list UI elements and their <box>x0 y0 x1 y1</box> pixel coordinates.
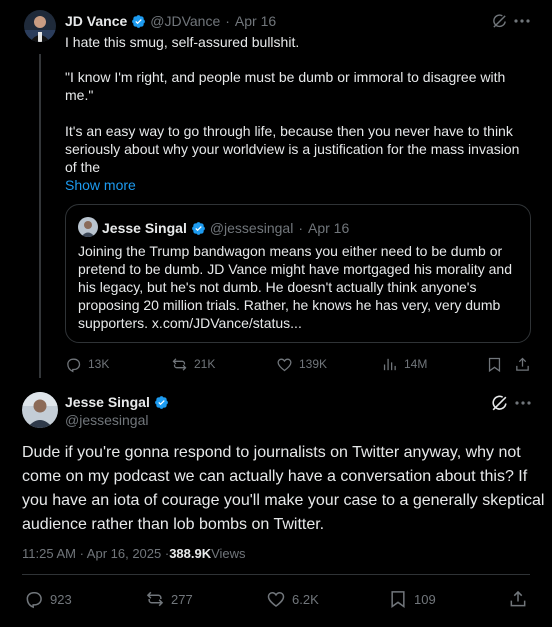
more-icon[interactable] <box>512 392 534 414</box>
views-label: Views <box>211 545 246 561</box>
main-tweet-text-line: Dude if you're gonna respond to journali… <box>22 444 521 461</box>
main-tweet-action-bar: 923 277 6.2K 109 <box>0 589 552 609</box>
reply-button[interactable]: 13K <box>65 356 109 373</box>
like-button[interactable]: 139K <box>276 356 327 373</box>
bookmark-icon <box>486 356 503 373</box>
jesse-singal-avatar[interactable] <box>22 392 58 428</box>
tweet-text-line: I hate this smug, self-assured bullshit. <box>65 34 300 50</box>
views-button[interactable]: 14M <box>381 356 427 373</box>
like-count: 139K <box>299 357 328 371</box>
share-icon <box>514 356 531 373</box>
like-button[interactable]: 6.2K <box>266 589 319 609</box>
like-icon <box>266 589 286 609</box>
quoted-tweet-header: Jesse Singal @jessesingal · Apr 16 <box>102 219 349 237</box>
author-name[interactable]: JD Vance <box>65 13 127 29</box>
tweet-text-line: It's an easy way to go through life, bec… <box>65 123 513 139</box>
separator-dot: · <box>225 13 230 29</box>
author-handle[interactable]: @JDVance <box>150 13 220 29</box>
repost-button[interactable]: 277 <box>145 589 193 609</box>
repost-icon <box>145 589 165 609</box>
main-tweet-text-line: audience rather than lob bombs on Twitte… <box>22 516 325 533</box>
bookmark-icon <box>388 589 408 609</box>
verified-badge-icon <box>131 14 146 29</box>
main-tweet-text-line: come on my podcast we can actually have … <box>22 468 528 485</box>
reply-count: 13K <box>88 357 110 371</box>
grok-icon[interactable] <box>488 392 510 414</box>
like-count: 6.2K <box>292 591 319 607</box>
grok-icon[interactable] <box>489 11 509 31</box>
tweet-header: JD Vance @JDVance · Apr 16 <box>65 12 276 30</box>
tweet-timestamp-row: 11:25 AM · Apr 16, 2025 · 388.9K Views <box>22 544 246 562</box>
tweet-text-line: of the <box>65 159 101 175</box>
author-handle[interactable]: @jessesingal <box>65 412 148 428</box>
divider <box>22 574 530 575</box>
repost-icon <box>171 356 188 373</box>
tweet-text-line: me." <box>65 87 94 103</box>
repost-button[interactable]: 21K <box>171 356 215 373</box>
share-button[interactable] <box>514 356 531 373</box>
verified-badge-icon <box>154 395 169 410</box>
repost-count: 21K <box>194 357 216 371</box>
tweet-date[interactable]: Apr 16 <box>235 13 276 29</box>
share-icon <box>508 589 528 609</box>
quoted-text-line: proposing 20 million trials. Rather, he … <box>78 297 501 313</box>
reply-count: 923 <box>50 591 72 607</box>
bookmark-button[interactable] <box>486 356 503 373</box>
bookmark-count: 109 <box>414 591 436 607</box>
main-tweet-text-line: you have an iota of courage you'll make … <box>22 492 545 509</box>
main-tweet-header: Jesse Singal <box>65 393 173 411</box>
quoted-text-line: supporters. x.com/JDVance/status... <box>78 315 302 331</box>
share-button[interactable] <box>508 589 528 609</box>
separator-dot: · <box>298 220 303 236</box>
tweet-timestamp[interactable]: 11:25 AM · Apr 16, 2025 · <box>22 546 169 561</box>
quoted-text-line: pretend to be dumb. JD Vance might have … <box>78 261 512 277</box>
quoted-text-line: Joining the Trump bandwagon means you ei… <box>78 243 503 259</box>
thread-connector-line <box>39 54 41 378</box>
quoted-author-name: Jesse Singal <box>102 220 187 236</box>
views-count: 14M <box>404 357 428 371</box>
like-icon <box>276 356 293 373</box>
more-icon[interactable] <box>512 11 532 31</box>
views-count: 388.9K <box>169 545 212 561</box>
reply-icon <box>24 589 44 609</box>
quoted-tweet-date: Apr 16 <box>307 220 350 236</box>
quoted-text-line: his legacy, but he's not dumb. He doesn'… <box>78 279 477 295</box>
tweet-text-line: seriously about why your worldview is a … <box>65 141 520 157</box>
quoted-author-avatar <box>78 217 98 237</box>
main-tweet-handle-row: @jessesingal <box>65 411 148 429</box>
author-name[interactable]: Jesse Singal <box>65 394 150 410</box>
tweet-text-line: "I know I'm right, and people must be du… <box>65 69 506 85</box>
first-tweet-action-bar: 13K 21K 139K 14M <box>0 354 552 374</box>
reply-button[interactable]: 923 <box>24 589 72 609</box>
show-more-link[interactable]: Show more <box>65 176 136 194</box>
bookmark-button[interactable]: 109 <box>388 589 436 609</box>
repost-count: 277 <box>171 591 193 607</box>
reply-icon <box>65 356 82 373</box>
quoted-author-handle: @jessesingal <box>209 220 294 236</box>
verified-badge-icon <box>191 221 206 236</box>
views-icon <box>381 356 398 373</box>
jd-vance-avatar[interactable] <box>24 10 56 42</box>
